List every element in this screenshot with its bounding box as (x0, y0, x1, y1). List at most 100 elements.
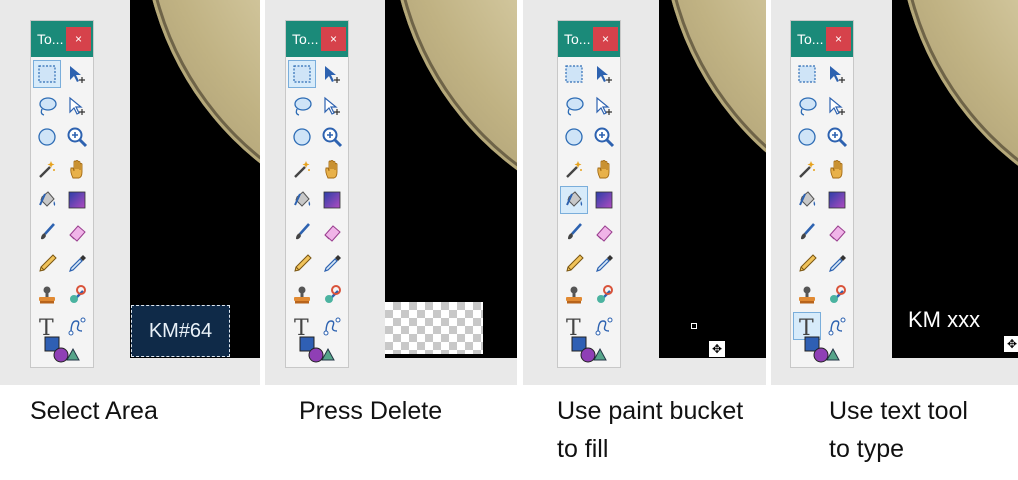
step-panel-select-area: ELIZABET To...×T KM#64 (0, 0, 260, 385)
color-picker-icon[interactable] (590, 249, 618, 277)
caption-press-delete: Press Delete (299, 397, 443, 425)
tools-title-bar[interactable]: To... × (31, 21, 93, 57)
lasso-select-icon[interactable] (560, 92, 588, 120)
magic-wand-icon[interactable] (288, 155, 316, 183)
close-button[interactable]: × (593, 27, 618, 51)
paintbrush-icon[interactable] (560, 218, 588, 246)
move-selection-icon[interactable] (318, 92, 346, 120)
move-selected-icon[interactable] (823, 60, 851, 88)
move-handle-icon[interactable]: ✥ (708, 340, 726, 358)
rectangle-select-icon[interactable] (33, 60, 61, 88)
eraser-icon[interactable] (63, 218, 91, 246)
tools-title: To... (564, 31, 591, 47)
ellipse-select-icon[interactable] (33, 123, 61, 151)
svg-text:T: T (566, 316, 581, 337)
zoom-icon[interactable] (318, 123, 346, 151)
close-button[interactable]: × (321, 27, 346, 51)
pencil-icon[interactable] (560, 249, 588, 277)
rectangle-select-icon[interactable] (793, 60, 821, 88)
eraser-icon[interactable] (318, 218, 346, 246)
caption-paint-bucket: Use paint bucket to fill (557, 397, 744, 463)
eraser-icon[interactable] (823, 218, 851, 246)
ellipse-select-icon[interactable] (793, 123, 821, 151)
step-panel-press-delete: ELIZABET To...×T (265, 0, 517, 385)
tools-window: To... × T (557, 20, 621, 368)
tools-window: To... × T (285, 20, 349, 368)
clone-stamp-icon[interactable] (793, 281, 821, 309)
color-picker-icon[interactable] (823, 249, 851, 277)
tools-window: To... × T (790, 20, 854, 368)
gradient-icon[interactable] (823, 186, 851, 214)
svg-text:T: T (39, 316, 54, 337)
move-handle-icon[interactable]: ✥ (1003, 335, 1018, 353)
tools-title: To... (37, 31, 64, 47)
pan-hand-icon[interactable] (318, 155, 346, 183)
pencil-icon[interactable] (288, 249, 316, 277)
gradient-icon[interactable] (63, 186, 91, 214)
pan-hand-icon[interactable] (63, 155, 91, 183)
move-selection-icon[interactable] (590, 92, 618, 120)
color-picker-icon[interactable] (318, 249, 346, 277)
paint-bucket-icon[interactable] (33, 186, 61, 214)
rectangle-select-icon[interactable] (288, 60, 316, 88)
tools-title-bar[interactable]: To... × (558, 21, 620, 57)
tools-title: To... (797, 31, 824, 47)
gradient-icon[interactable] (318, 186, 346, 214)
paint-bucket-icon[interactable] (288, 186, 316, 214)
color-swatches[interactable] (296, 335, 340, 363)
pencil-icon[interactable] (793, 249, 821, 277)
recolor-icon[interactable] (63, 281, 91, 309)
pencil-icon[interactable] (33, 249, 61, 277)
step-panel-text-tool: ELIZABET To...×T KM xxx ✥ (771, 0, 1018, 385)
magic-wand-icon[interactable] (560, 155, 588, 183)
paintbrush-icon[interactable] (793, 218, 821, 246)
move-selected-icon[interactable] (63, 60, 91, 88)
gradient-icon[interactable] (590, 186, 618, 214)
caption-select-area: Select Area (30, 397, 158, 425)
clone-stamp-icon[interactable] (560, 281, 588, 309)
magic-wand-icon[interactable] (793, 155, 821, 183)
selected-area-label: KM#64 (131, 305, 230, 357)
lasso-select-icon[interactable] (288, 92, 316, 120)
move-selected-icon[interactable] (318, 60, 346, 88)
move-selection-icon[interactable] (63, 92, 91, 120)
svg-text:T: T (799, 316, 814, 337)
pan-hand-icon[interactable] (823, 155, 851, 183)
svg-text:T: T (294, 316, 309, 337)
move-selected-icon[interactable] (590, 60, 618, 88)
lasso-select-icon[interactable] (793, 92, 821, 120)
pan-hand-icon[interactable] (590, 155, 618, 183)
paintbrush-icon[interactable] (288, 218, 316, 246)
magic-wand-icon[interactable] (33, 155, 61, 183)
paint-bucket-cursor (691, 323, 697, 329)
tools-title-bar[interactable]: To... × (791, 21, 853, 57)
clone-stamp-icon[interactable] (33, 281, 61, 309)
paintbrush-icon[interactable] (33, 218, 61, 246)
ellipse-select-icon[interactable] (288, 123, 316, 151)
rectangle-select-icon[interactable] (560, 60, 588, 88)
zoom-icon[interactable] (823, 123, 851, 151)
color-picker-icon[interactable] (63, 249, 91, 277)
color-swatches[interactable] (41, 335, 85, 363)
recolor-icon[interactable] (590, 281, 618, 309)
ellipse-select-icon[interactable] (560, 123, 588, 151)
zoom-icon[interactable] (63, 123, 91, 151)
typed-text: KM xxx (908, 307, 981, 332)
recolor-icon[interactable] (823, 281, 851, 309)
paint-bucket-icon[interactable] (560, 186, 588, 214)
move-selection-icon[interactable] (823, 92, 851, 120)
tools-title-bar[interactable]: To... × (286, 21, 348, 57)
lasso-select-icon[interactable] (33, 92, 61, 120)
step-panel-paint-bucket: ELIZABET To...×T ✥ (523, 0, 766, 385)
color-swatches[interactable] (801, 335, 845, 363)
paint-bucket-icon[interactable] (793, 186, 821, 214)
clone-stamp-icon[interactable] (288, 281, 316, 309)
caption-text-tool: Use text tool to type (829, 397, 968, 463)
color-swatches[interactable] (568, 335, 612, 363)
zoom-icon[interactable] (590, 123, 618, 151)
close-button[interactable]: × (826, 27, 851, 51)
tools-title: To... (292, 31, 319, 47)
close-button[interactable]: × (66, 27, 91, 51)
recolor-icon[interactable] (318, 281, 346, 309)
eraser-icon[interactable] (590, 218, 618, 246)
